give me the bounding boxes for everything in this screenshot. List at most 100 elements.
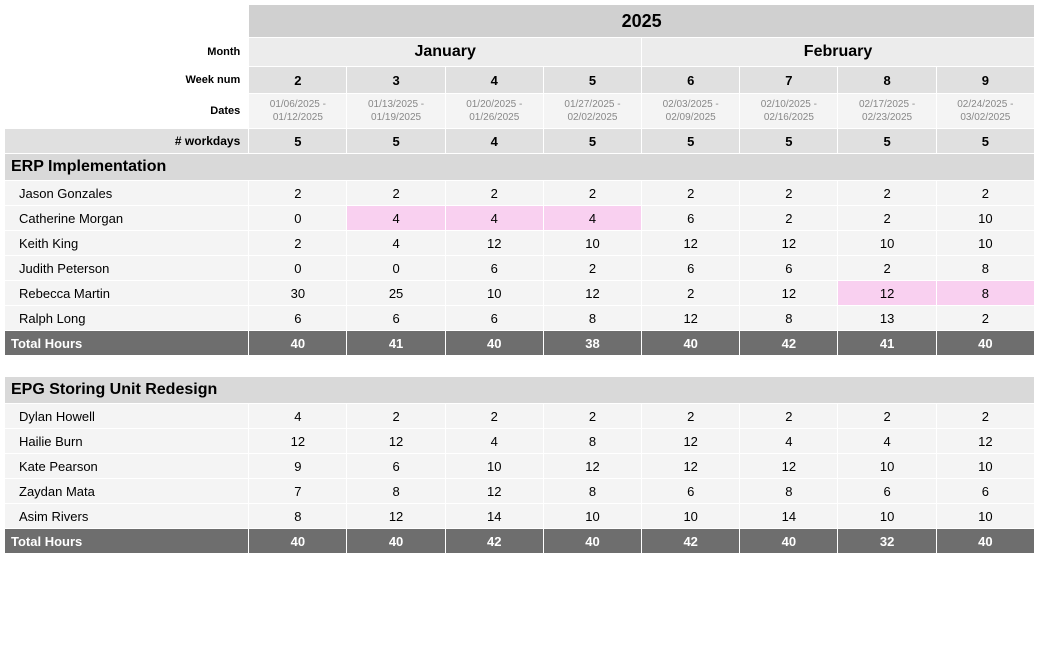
month-header: February <box>642 38 1034 66</box>
hours-cell[interactable]: 12 <box>446 231 543 255</box>
hours-cell[interactable]: 12 <box>347 504 444 528</box>
hours-cell[interactable]: 2 <box>249 181 346 205</box>
hours-cell[interactable]: 12 <box>740 281 837 305</box>
hours-cell[interactable]: 12 <box>642 429 739 453</box>
hours-cell[interactable]: 4 <box>249 404 346 428</box>
hours-cell[interactable]: 2 <box>740 404 837 428</box>
hours-cell[interactable]: 0 <box>249 206 346 230</box>
hours-cell[interactable]: 12 <box>838 281 935 305</box>
hours-cell[interactable]: 2 <box>642 181 739 205</box>
hours-cell[interactable]: 2 <box>740 181 837 205</box>
hours-cell[interactable]: 12 <box>642 231 739 255</box>
hours-cell[interactable]: 4 <box>544 206 641 230</box>
total-hours-cell: 41 <box>838 331 935 355</box>
hours-cell[interactable]: 30 <box>249 281 346 305</box>
hours-cell[interactable]: 12 <box>740 454 837 478</box>
hours-cell[interactable]: 12 <box>347 429 444 453</box>
hours-cell[interactable]: 25 <box>347 281 444 305</box>
project-title: ERP Implementation <box>5 154 1034 180</box>
hours-cell[interactable]: 12 <box>446 479 543 503</box>
hours-cell[interactable]: 12 <box>740 231 837 255</box>
total-hours-cell: 40 <box>249 529 346 553</box>
hours-cell[interactable]: 6 <box>642 479 739 503</box>
hours-cell[interactable]: 8 <box>544 479 641 503</box>
total-hours-label: Total Hours <box>5 529 248 553</box>
person-name: Zaydan Mata <box>5 479 248 503</box>
hours-cell[interactable]: 2 <box>838 256 935 280</box>
week-header: 2 <box>249 67 346 93</box>
hours-cell[interactable]: 8 <box>937 256 1034 280</box>
dates-label: Dates <box>5 94 248 128</box>
hours-cell[interactable]: 2 <box>838 206 935 230</box>
total-hours-cell: 40 <box>544 529 641 553</box>
hours-cell[interactable]: 12 <box>544 281 641 305</box>
hours-cell[interactable]: 6 <box>937 479 1034 503</box>
hours-cell[interactable]: 6 <box>642 256 739 280</box>
hours-cell[interactable]: 6 <box>446 306 543 330</box>
hours-cell[interactable]: 6 <box>642 206 739 230</box>
hours-cell[interactable]: 2 <box>937 306 1034 330</box>
table-row: Dylan Howell42222222 <box>5 404 1034 428</box>
hours-cell[interactable]: 6 <box>347 306 444 330</box>
hours-cell[interactable]: 6 <box>249 306 346 330</box>
hours-cell[interactable]: 2 <box>347 181 444 205</box>
hours-cell[interactable]: 12 <box>544 454 641 478</box>
hours-cell[interactable]: 2 <box>838 181 935 205</box>
hours-cell[interactable]: 10 <box>642 504 739 528</box>
hours-cell[interactable]: 6 <box>838 479 935 503</box>
hours-cell[interactable]: 6 <box>740 256 837 280</box>
hours-cell[interactable]: 2 <box>740 206 837 230</box>
hours-cell[interactable]: 2 <box>642 404 739 428</box>
hours-cell[interactable]: 8 <box>249 504 346 528</box>
hours-cell[interactable]: 2 <box>544 256 641 280</box>
hours-cell[interactable]: 8 <box>740 479 837 503</box>
hours-cell[interactable]: 2 <box>937 181 1034 205</box>
hours-cell[interactable]: 2 <box>249 231 346 255</box>
hours-cell[interactable]: 14 <box>446 504 543 528</box>
hours-cell[interactable]: 10 <box>838 454 935 478</box>
hours-cell[interactable]: 4 <box>347 206 444 230</box>
hours-cell[interactable]: 2 <box>347 404 444 428</box>
hours-cell[interactable]: 6 <box>347 454 444 478</box>
hours-cell[interactable]: 14 <box>740 504 837 528</box>
hours-cell[interactable]: 6 <box>446 256 543 280</box>
hours-cell[interactable]: 12 <box>642 306 739 330</box>
hours-cell[interactable]: 2 <box>544 181 641 205</box>
hours-cell[interactable]: 9 <box>249 454 346 478</box>
hours-cell[interactable]: 8 <box>544 429 641 453</box>
hours-cell[interactable]: 12 <box>937 429 1034 453</box>
hours-cell[interactable]: 10 <box>937 206 1034 230</box>
hours-cell[interactable]: 4 <box>446 429 543 453</box>
hours-cell[interactable]: 12 <box>249 429 346 453</box>
hours-cell[interactable]: 4 <box>446 206 543 230</box>
total-hours-cell: 32 <box>838 529 935 553</box>
hours-cell[interactable]: 2 <box>642 281 739 305</box>
hours-cell[interactable]: 8 <box>740 306 837 330</box>
hours-cell[interactable]: 2 <box>446 181 543 205</box>
hours-cell[interactable]: 4 <box>347 231 444 255</box>
hours-cell[interactable]: 4 <box>838 429 935 453</box>
hours-cell[interactable]: 2 <box>838 404 935 428</box>
hours-cell[interactable]: 8 <box>347 479 444 503</box>
hours-cell[interactable]: 10 <box>838 504 935 528</box>
hours-cell[interactable]: 10 <box>446 281 543 305</box>
hours-cell[interactable]: 2 <box>446 404 543 428</box>
hours-cell[interactable]: 8 <box>544 306 641 330</box>
hours-cell[interactable]: 13 <box>838 306 935 330</box>
hours-cell[interactable]: 2 <box>544 404 641 428</box>
hours-cell[interactable]: 10 <box>544 231 641 255</box>
section-gap <box>5 356 1034 376</box>
hours-cell[interactable]: 4 <box>740 429 837 453</box>
hours-cell[interactable]: 10 <box>937 231 1034 255</box>
hours-cell[interactable]: 10 <box>937 454 1034 478</box>
hours-cell[interactable]: 0 <box>249 256 346 280</box>
hours-cell[interactable]: 2 <box>937 404 1034 428</box>
hours-cell[interactable]: 10 <box>838 231 935 255</box>
hours-cell[interactable]: 8 <box>937 281 1034 305</box>
hours-cell[interactable]: 10 <box>544 504 641 528</box>
hours-cell[interactable]: 10 <box>446 454 543 478</box>
hours-cell[interactable]: 12 <box>642 454 739 478</box>
hours-cell[interactable]: 10 <box>937 504 1034 528</box>
hours-cell[interactable]: 0 <box>347 256 444 280</box>
hours-cell[interactable]: 7 <box>249 479 346 503</box>
